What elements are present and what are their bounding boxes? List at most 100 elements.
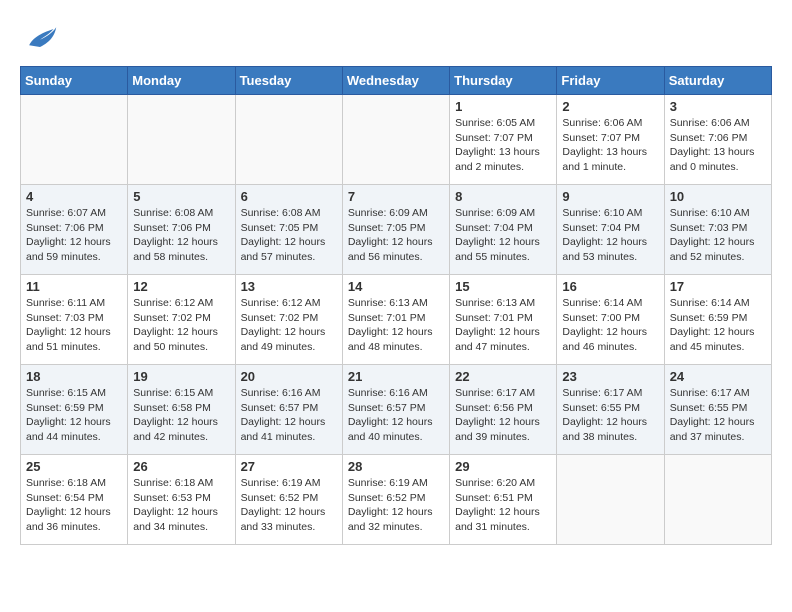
day-number: 21 xyxy=(348,369,444,384)
logo-bird-icon xyxy=(22,20,58,56)
calendar-cell: 10Sunrise: 6:10 AMSunset: 7:03 PMDayligh… xyxy=(664,185,771,275)
day-number: 19 xyxy=(133,369,229,384)
day-number: 24 xyxy=(670,369,766,384)
day-number: 6 xyxy=(241,189,337,204)
day-info: Sunrise: 6:18 AMSunset: 6:53 PMDaylight:… xyxy=(133,476,229,535)
day-info: Sunrise: 6:08 AMSunset: 7:05 PMDaylight:… xyxy=(241,206,337,265)
day-number: 14 xyxy=(348,279,444,294)
calendar-cell xyxy=(235,95,342,185)
day-info: Sunrise: 6:20 AMSunset: 6:51 PMDaylight:… xyxy=(455,476,551,535)
calendar-cell: 2 Sunrise: 6:06 AMSunset: 7:07 PMDaylight… xyxy=(557,95,664,185)
calendar-cell: 11 Sunrise: 6:11 AMSunset: 7:03 PMDayligh… xyxy=(21,275,128,365)
calendar-cell: 4 Sunrise: 6:07 AMSunset: 7:06 PMDaylight… xyxy=(21,185,128,275)
calendar-cell: 15 Sunrise: 6:13 AMSunset: 7:01 PMDayligh… xyxy=(450,275,557,365)
calendar-cell: 14 Sunrise: 6:13 AMSunset: 7:01 PMDayligh… xyxy=(342,275,449,365)
day-number: 15 xyxy=(455,279,551,294)
day-number: 28 xyxy=(348,459,444,474)
calendar-week-row: 25 Sunrise: 6:18 AMSunset: 6:54 PMDayligh… xyxy=(21,455,772,545)
calendar-cell: 8 Sunrise: 6:09 AMSunset: 7:04 PMDaylight… xyxy=(450,185,557,275)
day-info: Sunrise: 6:06 AMSunset: 7:07 PMDaylight:… xyxy=(562,116,658,175)
day-number: 18 xyxy=(26,369,122,384)
calendar-cell: 5Sunrise: 6:08 AMSunset: 7:06 PMDaylight… xyxy=(128,185,235,275)
day-info: Sunrise: 6:18 AMSunset: 6:54 PMDaylight:… xyxy=(26,476,122,535)
day-number: 5 xyxy=(133,189,229,204)
calendar-cell: 13 Sunrise: 6:12 AMSunset: 7:02 PMDayligh… xyxy=(235,275,342,365)
day-number: 22 xyxy=(455,369,551,384)
day-number: 9 xyxy=(562,189,658,204)
day-info: Sunrise: 6:16 AMSunset: 6:57 PMDaylight:… xyxy=(241,386,337,445)
day-number: 23 xyxy=(562,369,658,384)
day-info: Sunrise: 6:17 AMSunset: 6:55 PMDaylight:… xyxy=(670,386,766,445)
calendar-cell: 26 Sunrise: 6:18 AMSunset: 6:53 PMDayligh… xyxy=(128,455,235,545)
day-info: Sunrise: 6:13 AMSunset: 7:01 PMDaylight:… xyxy=(348,296,444,355)
day-number: 29 xyxy=(455,459,551,474)
page-header xyxy=(20,20,772,56)
day-info: Sunrise: 6:14 AMSunset: 6:59 PMDaylight:… xyxy=(670,296,766,355)
calendar-cell: 22 Sunrise: 6:17 AMSunset: 6:56 PMDayligh… xyxy=(450,365,557,455)
calendar-cell: 6 Sunrise: 6:08 AMSunset: 7:05 PMDaylight… xyxy=(235,185,342,275)
day-number: 13 xyxy=(241,279,337,294)
day-info: Sunrise: 6:09 AMSunset: 7:04 PMDaylight:… xyxy=(455,206,551,265)
calendar-cell xyxy=(128,95,235,185)
day-number: 27 xyxy=(241,459,337,474)
calendar-cell xyxy=(557,455,664,545)
day-number: 16 xyxy=(562,279,658,294)
day-number: 2 xyxy=(562,99,658,114)
calendar-cell: 28 Sunrise: 6:19 AMSunset: 6:52 PMDayligh… xyxy=(342,455,449,545)
day-number: 3 xyxy=(670,99,766,114)
day-info: Sunrise: 6:17 AMSunset: 6:56 PMDaylight:… xyxy=(455,386,551,445)
day-number: 20 xyxy=(241,369,337,384)
calendar-header-friday: Friday xyxy=(557,67,664,95)
calendar-cell xyxy=(342,95,449,185)
day-number: 4 xyxy=(26,189,122,204)
calendar-header-tuesday: Tuesday xyxy=(235,67,342,95)
calendar-week-row: 11 Sunrise: 6:11 AMSunset: 7:03 PMDayligh… xyxy=(21,275,772,365)
day-number: 12 xyxy=(133,279,229,294)
day-number: 8 xyxy=(455,189,551,204)
calendar-cell: 12Sunrise: 6:12 AMSunset: 7:02 PMDayligh… xyxy=(128,275,235,365)
day-info: Sunrise: 6:19 AMSunset: 6:52 PMDaylight:… xyxy=(348,476,444,535)
day-info: Sunrise: 6:09 AMSunset: 7:05 PMDaylight:… xyxy=(348,206,444,265)
calendar-cell: 20 Sunrise: 6:16 AMSunset: 6:57 PMDayligh… xyxy=(235,365,342,455)
calendar-header-saturday: Saturday xyxy=(664,67,771,95)
day-info: Sunrise: 6:12 AMSunset: 7:02 PMDaylight:… xyxy=(241,296,337,355)
calendar-cell: 21Sunrise: 6:16 AMSunset: 6:57 PMDayligh… xyxy=(342,365,449,455)
calendar-cell: 23Sunrise: 6:17 AMSunset: 6:55 PMDayligh… xyxy=(557,365,664,455)
calendar-table: SundayMondayTuesdayWednesdayThursdayFrid… xyxy=(20,66,772,545)
calendar-cell: 18 Sunrise: 6:15 AMSunset: 6:59 PMDayligh… xyxy=(21,365,128,455)
calendar-cell: 3 Sunrise: 6:06 AMSunset: 7:06 PMDaylight… xyxy=(664,95,771,185)
calendar-cell: 7Sunrise: 6:09 AMSunset: 7:05 PMDaylight… xyxy=(342,185,449,275)
calendar-header-sunday: Sunday xyxy=(21,67,128,95)
day-number: 26 xyxy=(133,459,229,474)
calendar-header-row: SundayMondayTuesdayWednesdayThursdayFrid… xyxy=(21,67,772,95)
calendar-cell: 9 Sunrise: 6:10 AMSunset: 7:04 PMDaylight… xyxy=(557,185,664,275)
day-info: Sunrise: 6:11 AMSunset: 7:03 PMDaylight:… xyxy=(26,296,122,355)
calendar-cell: 16 Sunrise: 6:14 AMSunset: 7:00 PMDayligh… xyxy=(557,275,664,365)
day-info: Sunrise: 6:07 AMSunset: 7:06 PMDaylight:… xyxy=(26,206,122,265)
day-info: Sunrise: 6:10 AMSunset: 7:04 PMDaylight:… xyxy=(562,206,658,265)
day-number: 1 xyxy=(455,99,551,114)
calendar-cell: 19 Sunrise: 6:15 AMSunset: 6:58 PMDayligh… xyxy=(128,365,235,455)
calendar-cell: 17Sunrise: 6:14 AMSunset: 6:59 PMDayligh… xyxy=(664,275,771,365)
logo xyxy=(20,20,58,56)
calendar-cell xyxy=(21,95,128,185)
day-info: Sunrise: 6:05 AMSunset: 7:07 PMDaylight:… xyxy=(455,116,551,175)
day-info: Sunrise: 6:19 AMSunset: 6:52 PMDaylight:… xyxy=(241,476,337,535)
day-number: 11 xyxy=(26,279,122,294)
calendar-cell: 27 Sunrise: 6:19 AMSunset: 6:52 PMDayligh… xyxy=(235,455,342,545)
calendar-week-row: 4 Sunrise: 6:07 AMSunset: 7:06 PMDaylight… xyxy=(21,185,772,275)
calendar-cell: 25 Sunrise: 6:18 AMSunset: 6:54 PMDayligh… xyxy=(21,455,128,545)
calendar-cell: 29 Sunrise: 6:20 AMSunset: 6:51 PMDayligh… xyxy=(450,455,557,545)
day-info: Sunrise: 6:06 AMSunset: 7:06 PMDaylight:… xyxy=(670,116,766,175)
calendar-header-monday: Monday xyxy=(128,67,235,95)
day-info: Sunrise: 6:15 AMSunset: 6:59 PMDaylight:… xyxy=(26,386,122,445)
day-info: Sunrise: 6:15 AMSunset: 6:58 PMDaylight:… xyxy=(133,386,229,445)
day-number: 10 xyxy=(670,189,766,204)
calendar-week-row: 18 Sunrise: 6:15 AMSunset: 6:59 PMDayligh… xyxy=(21,365,772,455)
calendar-cell: 1 Sunrise: 6:05 AMSunset: 7:07 PMDaylight… xyxy=(450,95,557,185)
day-info: Sunrise: 6:13 AMSunset: 7:01 PMDaylight:… xyxy=(455,296,551,355)
day-info: Sunrise: 6:14 AMSunset: 7:00 PMDaylight:… xyxy=(562,296,658,355)
calendar-header-wednesday: Wednesday xyxy=(342,67,449,95)
calendar-cell: 24 Sunrise: 6:17 AMSunset: 6:55 PMDayligh… xyxy=(664,365,771,455)
day-number: 25 xyxy=(26,459,122,474)
